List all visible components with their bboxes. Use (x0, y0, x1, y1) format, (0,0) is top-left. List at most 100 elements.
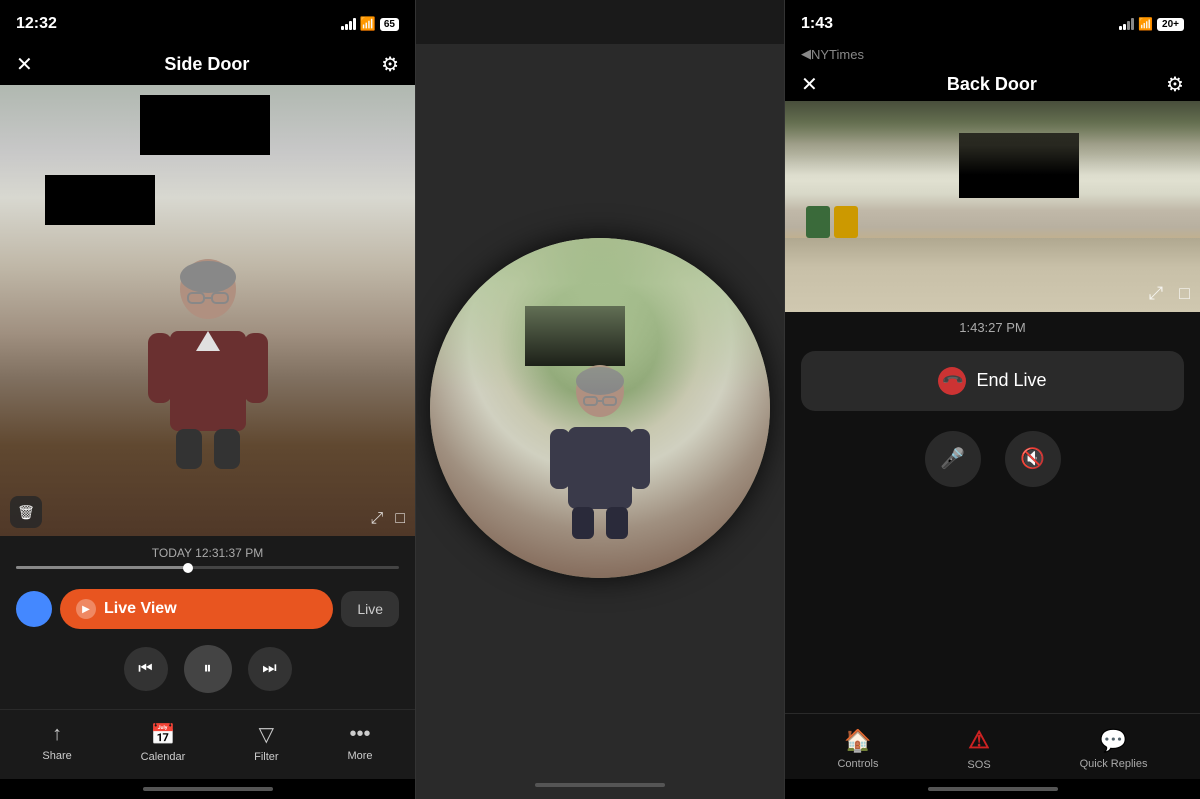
expand-icon-1[interactable]: ⤢ (371, 510, 384, 528)
fisheye-circle (430, 238, 770, 578)
time-1: 12:32 (16, 15, 57, 33)
next-icon: ⏭ (262, 660, 276, 678)
carport-structure (785, 101, 1200, 175)
next-button[interactable]: ⏭ (248, 647, 292, 691)
live-view-button[interactable]: ▶ Live View (60, 589, 333, 629)
nav-bar-3: ✕ Back Door ⚙ (785, 68, 1200, 101)
status-bar-3: 1:43 📶 20+ (785, 0, 1200, 44)
live-view-play-icon: ▶ (76, 599, 96, 619)
live-view-row: ▶ Live View Live (0, 585, 415, 637)
spacer-3 (785, 503, 1200, 714)
quick-replies-label: Quick Replies (1080, 758, 1148, 770)
person-svg-1 (148, 251, 268, 471)
nytimes-back-nav[interactable]: ◀ NYTimes (785, 44, 1200, 68)
calendar-icon: 📅 (151, 722, 176, 747)
cam-btn-group-1: ⤢ □ (371, 510, 405, 528)
trash-bins (806, 206, 858, 238)
signal-icon-3 (1119, 18, 1134, 30)
calendar-label: Calendar (141, 751, 186, 763)
battery-3: 20+ (1157, 18, 1184, 31)
home-bar-3 (928, 787, 1058, 791)
camera-view-3: ⤢ □ (785, 101, 1200, 312)
share-button[interactable]: ↑ Share (42, 723, 71, 762)
trash-icon: 🗑 (17, 504, 35, 521)
page-title-1: Side Door (164, 54, 249, 75)
signal-icon-1 (341, 18, 356, 30)
person-figure-1 (148, 251, 268, 476)
controls-icon: 🏠 (844, 728, 871, 754)
page-title-3: Back Door (947, 74, 1037, 95)
timeline-section: TODAY 12:31:37 PM (0, 536, 415, 585)
end-live-phone-icon: 📞 (938, 367, 966, 395)
fullscreen-icon-3[interactable]: □ (1179, 283, 1190, 304)
quick-replies-nav-item[interactable]: 💬 Quick Replies (1080, 728, 1148, 770)
end-live-button[interactable]: 📞 End Live (801, 351, 1184, 411)
more-icon: ••• (349, 723, 370, 746)
settings-icon-3[interactable]: ⚙ (1166, 72, 1184, 97)
panel2-top-space (416, 0, 784, 44)
nytimes-label: NYTimes (811, 47, 864, 62)
trash-button[interactable]: 🗑 (10, 496, 42, 528)
prev-icon: ⏮ (138, 660, 152, 678)
speaker-muted-icon: 🔇 (1020, 446, 1045, 471)
live-timestamp: 1:43:27 PM (785, 312, 1200, 339)
settings-icon-1[interactable]: ⚙ (381, 52, 399, 77)
prev-button[interactable]: ⏮ (124, 647, 168, 691)
close-button-1[interactable]: ✕ (16, 52, 33, 77)
fisheye-buildings (430, 238, 770, 391)
timeline-progress (16, 566, 188, 569)
home-bar-2 (535, 783, 665, 787)
bottom-nav-3: 🏠 Controls ⚠ SOS 💬 Quick Replies (785, 713, 1200, 779)
timeline-scrubber (183, 563, 193, 573)
cam3-overlay: ⤢ □ (1149, 283, 1190, 304)
time-3: 1:43 (801, 15, 833, 33)
live-tab-button[interactable]: Live (341, 591, 399, 627)
pause-button[interactable]: ⏸ (184, 645, 232, 693)
calendar-button[interactable]: 📅 Calendar (141, 722, 186, 763)
blue-indicator (16, 591, 52, 627)
bottom-toolbar-1: ↑ Share 📅 Calendar ▽ Filter ••• More (0, 709, 415, 779)
wifi-icon-3: 📶 (1138, 17, 1153, 31)
close-button-3[interactable]: ✕ (801, 72, 818, 97)
home-indicator-2 (416, 771, 784, 799)
status-bar-1: 12:32 📶 65 (0, 0, 415, 44)
expand-icon-3[interactable]: ⤢ (1149, 283, 1163, 304)
controls-nav-item[interactable]: 🏠 Controls (837, 728, 878, 770)
panel-middle (415, 0, 785, 799)
camera-view-1: 🗑 ⤢ □ (0, 85, 415, 536)
share-icon: ↑ (52, 723, 62, 746)
panel-side-door: 12:32 📶 65 ✕ Side Door ⚙ (0, 0, 415, 799)
privacy-box-1b (45, 175, 155, 225)
wifi-icon-1: 📶 (360, 16, 376, 32)
sos-nav-item[interactable]: ⚠ SOS (967, 726, 990, 771)
battery-1: 65 (380, 18, 399, 31)
more-label: More (347, 750, 372, 762)
filter-button[interactable]: ▽ Filter (254, 722, 278, 763)
live-view-label: Live View (104, 600, 177, 618)
more-button[interactable]: ••• More (347, 723, 372, 762)
home-indicator-3 (785, 779, 1200, 799)
back-chevron: ◀ (801, 46, 811, 62)
panel-back-door: 1:43 📶 20+ ◀ NYTimes ✕ Back Door ⚙ (785, 0, 1200, 799)
share-label: Share (42, 750, 71, 762)
live-tab-label: Live (357, 601, 383, 617)
home-indicator-1 (0, 779, 415, 799)
speaker-button[interactable]: 🔇 (1005, 431, 1061, 487)
cam-overlay-1: 🗑 ⤢ □ (0, 488, 415, 536)
sos-icon: ⚠ (968, 726, 990, 755)
microphone-icon: 🎤 (940, 446, 965, 471)
playback-controls: ⏮ ⏸ ⏭ (0, 637, 415, 709)
filter-label: Filter (254, 751, 278, 763)
timeline-bar[interactable] (16, 566, 399, 569)
pause-icon: ⏸ (203, 660, 211, 678)
home-bar-1 (143, 787, 273, 791)
microphone-button[interactable]: 🎤 (925, 431, 981, 487)
status-icons-1: 📶 65 (341, 16, 399, 32)
sos-label: SOS (967, 759, 990, 771)
controls-label: Controls (837, 758, 878, 770)
driveway (785, 238, 1200, 312)
filter-icon: ▽ (259, 722, 274, 747)
fullscreen-icon-1[interactable]: □ (395, 510, 405, 528)
end-live-label: End Live (976, 370, 1046, 391)
quick-replies-icon: 💬 (1100, 728, 1127, 754)
